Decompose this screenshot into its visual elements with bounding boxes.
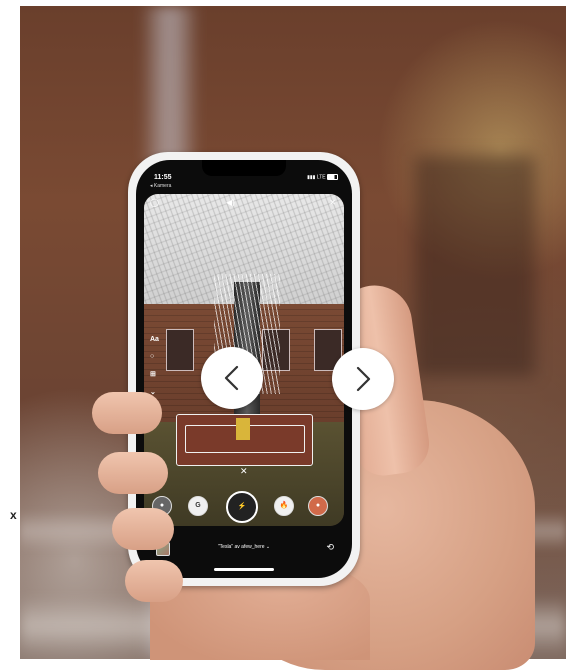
capture-button: ⚡ (226, 491, 258, 523)
finger (112, 508, 174, 550)
battery-icon (327, 174, 338, 180)
flip-camera-icon: ⟲ (326, 542, 334, 552)
network-label: LTE (316, 174, 326, 181)
effect-thumb: G (188, 496, 208, 516)
settings-circle-icon: ◯ (150, 198, 159, 207)
finger (125, 560, 183, 602)
phone-notch (202, 160, 286, 176)
blurred-window (415, 156, 535, 376)
building-window (166, 329, 194, 371)
status-indicators: ▮▮▮ LTE (307, 174, 338, 180)
effect-thumb: ● (308, 496, 328, 516)
previous-slide-button[interactable] (201, 347, 263, 409)
status-back-link: ◂ Kamera (150, 183, 172, 189)
text-tool-icon: Aa (150, 336, 159, 343)
chevron-right-icon (356, 366, 371, 392)
next-slide-button[interactable] (332, 348, 394, 410)
signal-icon: ▮▮▮ (307, 174, 316, 181)
chevron-left-icon (224, 365, 239, 391)
effect-name-label: "Tesla" av afew_here ⌄ (217, 544, 271, 550)
close-icon: ✕ (329, 198, 336, 207)
status-time: 11:55 (154, 174, 172, 181)
boomerang-tool-icon: ○ (150, 353, 155, 360)
home-indicator (214, 568, 274, 571)
effect-carousel: ● G ⚡ 🔥 ● (144, 491, 344, 523)
ar-close-icon: ✕ (240, 466, 248, 476)
ar-circuit-component (236, 418, 250, 440)
layout-tool-icon: ⊞ (150, 371, 156, 378)
effect-thumb: 🔥 (274, 496, 294, 516)
finger (92, 392, 162, 434)
cropped-edge-text: x (10, 508, 17, 522)
finger (98, 452, 168, 494)
sound-icon: ◀) (226, 198, 235, 207)
